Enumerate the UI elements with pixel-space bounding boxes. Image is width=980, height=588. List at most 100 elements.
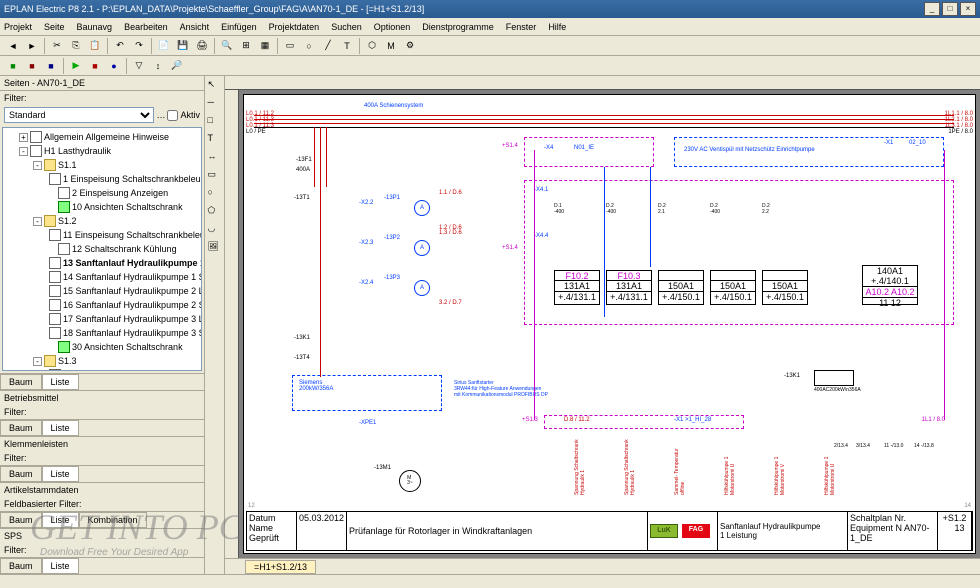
menu-bearbeiten[interactable]: Bearbeiten — [124, 22, 168, 32]
filter-active-checkbox[interactable] — [167, 110, 178, 121]
vt-img-icon[interactable]: 🖼 — [207, 240, 223, 256]
tb-text-icon[interactable]: T — [338, 37, 356, 55]
vt-rect-icon[interactable]: ▭ — [207, 168, 223, 184]
menu-einfuegen[interactable]: Einfügen — [221, 22, 257, 32]
tree-item[interactable]: 1 Einspeisung Schaltschrankbeleuchtung — [5, 172, 199, 186]
sig-32: 3.2 / D.7 — [439, 300, 462, 306]
tb-copy-icon[interactable]: ⎘ — [67, 37, 85, 55]
panel-tab[interactable]: Baum — [0, 512, 42, 528]
tree-item[interactable]: 31 Einspeisung Schaltschrankbeleuchtung … — [5, 368, 199, 371]
menu-baunavg[interactable]: Baunavg — [77, 22, 113, 32]
panel-tab[interactable]: Baum — [0, 466, 42, 482]
vt-text-icon[interactable]: T — [207, 132, 223, 148]
tb2-stop-icon[interactable]: ■ — [86, 57, 104, 75]
wb2: -X1 >1_HI_28 — [674, 417, 711, 423]
menu-optionen[interactable]: Optionen — [374, 22, 411, 32]
vt-circ-icon[interactable]: ○ — [207, 186, 223, 202]
vt-wire-icon[interactable]: ─ — [207, 96, 223, 112]
tb-circle-icon[interactable]: ○ — [300, 37, 318, 55]
tb2-sort-icon[interactable]: ↕ — [149, 57, 167, 75]
filter-select[interactable]: Standard — [4, 107, 154, 123]
maximize-button[interactable]: □ — [942, 2, 958, 16]
menu-dienst[interactable]: Dienstprogramme — [422, 22, 494, 32]
tree-item[interactable]: -H1 Lasthydraulik — [5, 144, 199, 158]
title-block: Datum Name Geprüft 05.03.2012 Prüfanlage… — [246, 511, 973, 551]
tb-print-icon[interactable]: 🖨 — [193, 37, 211, 55]
tree-item[interactable]: 10 Ansichten Schaltschrank — [5, 200, 199, 214]
tree-item[interactable]: -S1.3 — [5, 354, 199, 368]
tree-item[interactable]: 17 Sanftanlauf Hydraulikpumpe 3 Leistung — [5, 312, 199, 326]
tb2-filter-icon[interactable]: ▽ — [130, 57, 148, 75]
vt-arc-icon[interactable]: ◡ — [207, 222, 223, 238]
menu-projektdaten[interactable]: Projektdaten — [269, 22, 320, 32]
tree-item[interactable]: 16 Sanftanlauf Hydraulikpumpe 2 Steuerun… — [5, 298, 199, 312]
tab-baum[interactable]: Baum — [0, 374, 42, 390]
tb-rect-icon[interactable]: ▭ — [281, 37, 299, 55]
tree-item[interactable]: -S1.2 — [5, 214, 199, 228]
tb-save-icon[interactable]: 💾 — [174, 37, 192, 55]
tb2-find-icon[interactable]: 🔎 — [168, 57, 186, 75]
tb-layer-icon[interactable]: ▦ — [256, 37, 274, 55]
tree-item[interactable]: 2 Einspeisung Anzeigen — [5, 186, 199, 200]
vt-dim-icon[interactable]: ↔ — [207, 150, 223, 166]
tree-item[interactable]: 13 Sanftanlauf Hydraulikpumpe 1 Leistung — [5, 256, 199, 270]
page-tree[interactable]: +Allgemein Allgemeine Hinweise-H1 Lasthy… — [2, 127, 202, 371]
menu-fenster[interactable]: Fenster — [506, 22, 537, 32]
tb2-play-icon[interactable]: ▶ — [67, 57, 85, 75]
dash-lbl-1: +S1.4 — [502, 143, 518, 149]
panel-tab[interactable]: Liste — [42, 512, 79, 528]
tb-symbol-icon[interactable]: ⬡ — [363, 37, 381, 55]
tb2-rec-icon[interactable]: ● — [105, 57, 123, 75]
page-left: 12 — [248, 503, 255, 509]
tb-paste-icon[interactable]: 📋 — [86, 37, 104, 55]
comp-p1-sym: A — [414, 200, 430, 216]
ac-text: 230V AC Ventispül mit Netzschütz Einrich… — [684, 147, 815, 153]
close-button[interactable]: × — [960, 2, 976, 16]
tb2-box2-icon[interactable]: ■ — [23, 57, 41, 75]
tb2-box3-icon[interactable]: ■ — [42, 57, 60, 75]
tab-liste[interactable]: Liste — [42, 374, 79, 390]
tb-device-icon[interactable]: ⚙ — [401, 37, 419, 55]
menu-hilfe[interactable]: Hilfe — [548, 22, 566, 32]
menu-projekt[interactable]: Projekt — [4, 22, 32, 32]
tb-grid-icon[interactable]: ⊞ — [237, 37, 255, 55]
panel-tab[interactable]: Baum — [0, 558, 42, 574]
panel-tab[interactable]: Liste — [42, 558, 79, 574]
tree-item[interactable]: -S1.1 — [5, 158, 199, 172]
tb-line-icon[interactable]: ╱ — [319, 37, 337, 55]
tb-next-icon[interactable]: ► — [23, 37, 41, 55]
panel-tab[interactable]: Baum — [0, 420, 42, 436]
tb-cut-icon[interactable]: ✂ — [48, 37, 66, 55]
schematic-drawing[interactable]: 400A Schienensystem L0.1 / 11.2 L0.1 / 1… — [243, 94, 976, 554]
tb-redo-icon[interactable]: ↷ — [130, 37, 148, 55]
tree-item[interactable]: 11 Einspeisung Schaltschrankbeleuchtung … — [5, 228, 199, 242]
vt-poly-icon[interactable]: ⬠ — [207, 204, 223, 220]
sheet-tab[interactable]: =H1+S1.2/13 — [245, 560, 316, 574]
panel-tab[interactable]: Liste — [42, 466, 79, 482]
panel-tab[interactable]: Kombination — [79, 512, 147, 528]
sidebar: Seiten - AN70-1_DE Filter: Standard … Ak… — [0, 76, 205, 574]
panel-tab[interactable]: Liste — [42, 420, 79, 436]
tree-item[interactable]: 18 Sanftanlauf Hydraulikpumpe 3 Steuerun… — [5, 326, 199, 340]
filter-config-icon[interactable]: … — [156, 110, 165, 120]
menu-seite[interactable]: Seite — [44, 22, 65, 32]
tree-item[interactable]: +Allgemein Allgemeine Hinweise — [5, 130, 199, 144]
tb-undo-icon[interactable]: ↶ — [111, 37, 129, 55]
vt-select-icon[interactable]: ↖ — [207, 78, 223, 94]
vt-symbol-icon[interactable]: □ — [207, 114, 223, 130]
minimize-button[interactable]: _ — [924, 2, 940, 16]
menu-ansicht[interactable]: Ansicht — [180, 22, 210, 32]
menu-suchen[interactable]: Suchen — [331, 22, 362, 32]
ruler-horizontal — [225, 76, 980, 90]
term-x23: -X2.3 — [359, 240, 373, 246]
tree-item[interactable]: 15 Sanftanlauf Hydraulikpumpe 2 Leistung — [5, 284, 199, 298]
tb-doc-icon[interactable]: 📄 — [155, 37, 173, 55]
tb-prev-icon[interactable]: ◄ — [4, 37, 22, 55]
tb-zoom-icon[interactable]: 🔍 — [218, 37, 236, 55]
tb2-box-icon[interactable]: ■ — [4, 57, 22, 75]
tree-item[interactable]: 30 Ansichten Schaltschrank — [5, 340, 199, 354]
term-x22: -X2.2 — [359, 200, 373, 206]
tree-item[interactable]: 12 Schaltschrank Kühlung — [5, 242, 199, 256]
tb-macro-icon[interactable]: M — [382, 37, 400, 55]
tree-item[interactable]: 14 Sanftanlauf Hydraulikpumpe 1 Steuerun… — [5, 270, 199, 284]
